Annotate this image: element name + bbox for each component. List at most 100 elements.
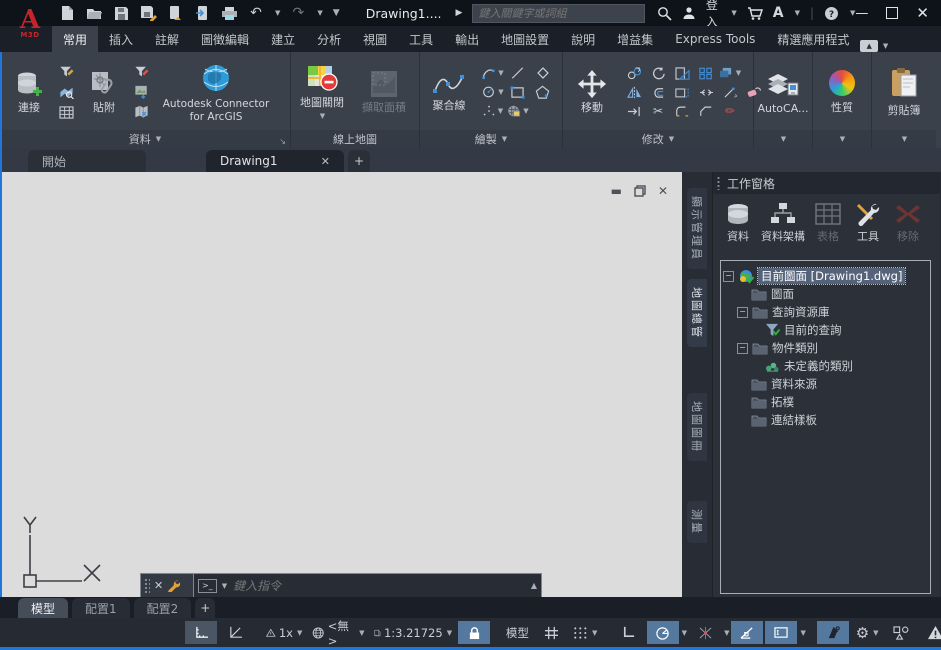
ribbon-tab-feature-edit[interactable]: 圖徵編輯 <box>190 26 260 52</box>
connect-button[interactable]: 連接 <box>4 68 54 116</box>
panel-autocad[interactable]: AutoCA... ▼ <box>754 52 813 148</box>
undo-dropdown-icon[interactable]: ▼ <box>275 9 280 17</box>
line-tool-icon[interactable] <box>510 66 525 80</box>
panel-properties[interactable]: 性質 ▼ <box>813 52 872 148</box>
scale-lock-toggle[interactable] <box>458 621 490 644</box>
search-icon[interactable] <box>657 6 672 21</box>
panel-clipboard[interactable]: 剪貼簿 ▼ <box>872 52 936 148</box>
isolate-objects-toggle[interactable] <box>885 621 917 644</box>
autodesk-logo-icon[interactable]: A <box>773 5 784 21</box>
task-pane-schema-button[interactable]: 資料架構 <box>761 202 805 244</box>
coordinate-system-control[interactable]: <無>▼ <box>308 621 368 644</box>
open-folder-icon[interactable] <box>85 4 103 22</box>
save-icon[interactable] <box>112 4 130 22</box>
command-expand-icon[interactable]: ▲ <box>531 581 537 590</box>
tree-item-object-classes[interactable]: − 物件類別 <box>723 339 928 357</box>
qat-customize-icon[interactable]: ▼ <box>333 8 340 18</box>
lengthen-tool-icon[interactable] <box>627 105 642 118</box>
ribbon-tab-create[interactable]: 建立 <box>260 26 306 52</box>
tree-item-undefined-class[interactable]: 未定義的類別 <box>723 357 928 375</box>
dynamic-input-toggle[interactable] <box>765 621 797 644</box>
app-store-cart-icon[interactable] <box>747 6 763 21</box>
viewport-scale-control[interactable]: 1:3.21725▼ <box>370 621 456 644</box>
table-icon[interactable] <box>57 104 76 121</box>
dyninput-dropdown-icon[interactable]: ▼ <box>800 629 805 637</box>
print-icon[interactable] <box>220 4 238 22</box>
sign-in-dropdown-icon[interactable]: ▼ <box>731 9 736 17</box>
plot-to-device-icon[interactable] <box>166 4 184 22</box>
snap-toggle[interactable]: ▼ <box>569 621 601 644</box>
app-logo[interactable]: A M3D <box>10 0 50 48</box>
fillet-tool-icon[interactable] <box>675 105 689 118</box>
task-pane-data-button[interactable]: 資料 <box>721 202 755 244</box>
autodesk-dropdown-icon[interactable]: ▼ <box>795 9 800 17</box>
panel-draw-expand-icon[interactable]: ▼ <box>502 135 507 143</box>
file-tab-drawing1[interactable]: Drawing1 ✕ <box>206 150 344 172</box>
task-pane-tools-button[interactable]: 工具 <box>851 202 885 244</box>
side-tab-display-manager[interactable]: 顯示管理員 <box>687 188 707 269</box>
redo-icon[interactable]: ↷ <box>289 4 307 22</box>
insert-image-icon[interactable] <box>132 84 151 101</box>
ribbon-tab-help[interactable]: 說明 <box>560 26 606 52</box>
chamfer-tool-icon[interactable] <box>699 105 713 118</box>
ribbon-tab-featured-apps[interactable]: 精選應用程式 <box>766 26 860 52</box>
tree-item-current-map[interactable]: − 目前圖面 [Drawing1.dwg] <box>723 267 928 285</box>
polar-dropdown-icon[interactable]: ▼ <box>682 629 687 637</box>
ribbon-tab-view[interactable]: 視圖 <box>352 26 398 52</box>
task-pane-grip-icon[interactable] <box>716 176 721 190</box>
edit-polyline-tool-icon[interactable]: ✏ <box>725 104 735 118</box>
side-tab-map-book[interactable]: 地圖圖冊 <box>687 393 707 461</box>
save-as-icon[interactable] <box>139 4 157 22</box>
dynamic-ucs-toggle[interactable] <box>219 621 251 644</box>
filter-edit-icon[interactable] <box>57 64 76 81</box>
file-tab-close-icon[interactable]: ✕ <box>321 155 330 168</box>
command-prompt-icon[interactable]: >_ <box>198 579 217 593</box>
ribbon-minimize-dropdown-icon[interactable]: ▼ <box>883 42 888 50</box>
new-layout-button[interactable]: + <box>195 598 215 618</box>
close-button[interactable]: ✕ <box>916 4 929 22</box>
ortho-toggle[interactable] <box>613 621 645 644</box>
circle-tool-icon[interactable]: ▼ <box>481 85 503 99</box>
model-space-indicator[interactable]: 模型 <box>501 621 533 644</box>
maximize-button[interactable] <box>886 7 898 19</box>
redo-dropdown-icon[interactable]: ▼ <box>317 9 322 17</box>
tree-item-current-query[interactable]: 目前的查詢 <box>723 321 928 339</box>
minimize-button[interactable]: — <box>855 6 868 21</box>
move-button[interactable]: 移動 <box>567 68 617 116</box>
rectangle-tool-icon[interactable] <box>510 86 525 99</box>
drafting-coords-toggle[interactable] <box>185 621 217 644</box>
mirror-tool-icon[interactable] <box>627 86 642 99</box>
panel-modify-title[interactable]: 修改▼ <box>563 130 753 148</box>
panel-modify-expand-icon[interactable]: ▼ <box>669 135 674 143</box>
tree-item-topology[interactable]: 拓樸 <box>723 393 928 411</box>
file-tab-start[interactable]: 開始 <box>28 150 146 172</box>
map-import-icon[interactable] <box>132 104 151 121</box>
match-properties-tool-icon[interactable] <box>723 86 738 99</box>
arc-tool-icon[interactable]: ▼ <box>481 66 503 80</box>
tree-item-link-templates[interactable]: 連結樣板 <box>723 411 928 429</box>
panel-data-launcher-icon[interactable]: ↘ <box>279 137 286 146</box>
trim-tool-icon[interactable] <box>699 86 714 99</box>
search-data-icon[interactable] <box>57 84 76 101</box>
polygon-tool-icon[interactable] <box>535 85 550 99</box>
drawing-canvas[interactable]: ▬ ✕ <box>2 172 682 597</box>
panel-properties-expand[interactable]: ▼ <box>813 130 871 148</box>
layout-tab-layout1[interactable]: 配置1 <box>72 598 130 618</box>
map-off-dropdown-icon[interactable]: ▼ <box>320 112 325 120</box>
title-expand-icon[interactable]: ▶ <box>456 8 463 18</box>
command-bar-grip-icon[interactable] <box>144 578 150 593</box>
query-edit-icon[interactable] <box>132 64 151 81</box>
task-pane-header[interactable]: 工作窗格 <box>713 172 940 194</box>
layout-tab-layout2[interactable]: 配置2 <box>134 598 192 618</box>
command-bar-close-icon[interactable]: ✕ <box>154 579 163 592</box>
side-tab-survey[interactable]: 測量 <box>687 501 707 543</box>
attach-button[interactable]: 貼附 <box>79 68 129 116</box>
collapse-icon[interactable]: − <box>723 271 734 282</box>
viewport-restore-icon[interactable] <box>634 185 646 197</box>
command-input[interactable] <box>231 578 526 594</box>
panel-draw-title[interactable]: 繪製▼ <box>420 130 562 148</box>
polar-tracking-toggle[interactable] <box>647 621 679 644</box>
panel-autocad-expand[interactable]: ▼ <box>754 130 812 148</box>
otrack-dropdown-icon[interactable]: ▼ <box>724 629 729 637</box>
help-icon[interactable]: ? <box>824 6 839 21</box>
